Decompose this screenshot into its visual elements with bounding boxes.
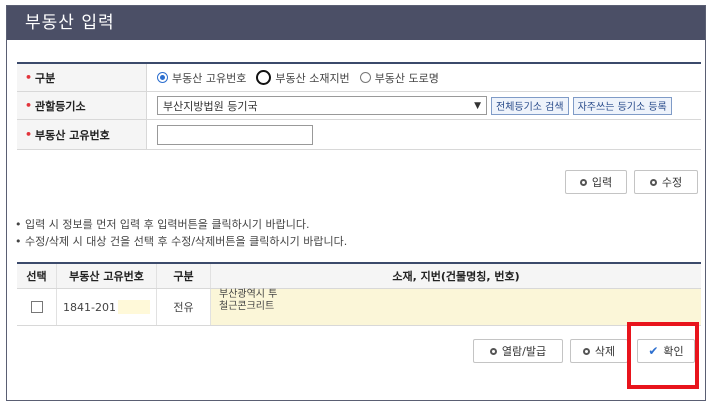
input-form: • 구분 부동산 고유번호 부동산 소재지번 부동산 도로명 • 관할등기소 부산지… [17,62,701,150]
edit-button[interactable]: 수정 [634,170,698,194]
form-row-type: • 구분 부동산 고유번호 부동산 소재지번 부동산 도로명 [17,64,701,92]
row-select-checkbox[interactable] [30,301,43,313]
radio-focused-icon [256,70,272,85]
note-line: • 입력 시 정보를 먼저 입력 후 입력버튼을 클릭하시기 바랍니다. [15,218,310,231]
view-issue-button[interactable]: 열람/발급 [473,339,563,363]
input-button[interactable]: 입력 [565,170,627,194]
circle-icon [582,347,590,355]
note-line: • 수정/삭제 시 대상 건을 선택 후 수정/삭제버튼을 클릭하시기 바랍니다… [15,235,348,248]
highlight-box [627,322,699,389]
chevron-down-icon: ▼ [474,100,481,111]
row-address: 부산광역시 투 철근콘크리트 [211,289,701,325]
table-header: 선택 부동산 고유번호 구분 소재, 지번(건물명칭, 번호) [17,264,701,289]
unique-no-label: 부동산 고유번호 [35,128,110,142]
row-unique-no: 1841-201 [63,300,116,314]
property-table: 선택 부동산 고유번호 구분 소재, 지번(건물명칭, 번호) 1841-201… [17,262,701,326]
type-label: 구분 [35,71,56,85]
help-notes: • 입력 시 정보를 먼저 입력 후 입력버튼을 클릭하시기 바랍니다. • 수… [15,216,347,250]
unique-no-input[interactable] [157,124,313,145]
registry-select[interactable]: 부산지방법원 등기국 ▼ [157,96,487,115]
circle-icon [579,178,587,186]
radio-empty-icon [359,72,371,83]
radio-lot-address[interactable]: 부동산 소재지번 [256,70,350,86]
table-row[interactable]: 1841-201 전유 부산광역시 투 철근콘크리트 [17,289,701,326]
register-favorite-registry-button[interactable]: 자주쓰는 등기소 등록 [572,96,672,115]
form-row-unique-no: • 부동산 고유번호 [17,120,701,150]
delete-button[interactable]: 삭제 [570,339,628,363]
radio-unique-no[interactable]: 부동산 고유번호 [157,70,246,86]
dialog-window: 부동산 입력 • 구분 부동산 고유번호 부동산 소재지번 부동산 도로명 • 관할… [6,5,706,401]
registry-label: 관할등기소 [35,99,86,113]
circle-icon [489,347,497,355]
circle-icon [649,178,657,186]
dialog-title: 부동산 입력 [7,6,705,40]
search-all-registry-button[interactable]: 전체등기소 검색 [491,96,569,115]
radio-checked-icon [157,72,168,83]
radio-road-address[interactable]: 부동산 도로명 [359,70,439,86]
form-row-registry: • 관할등기소 부산지방법원 등기국 ▼ 전체등기소 검색 자주쓰는 등기소 등록 [17,92,701,120]
row-type: 전유 [157,289,211,325]
